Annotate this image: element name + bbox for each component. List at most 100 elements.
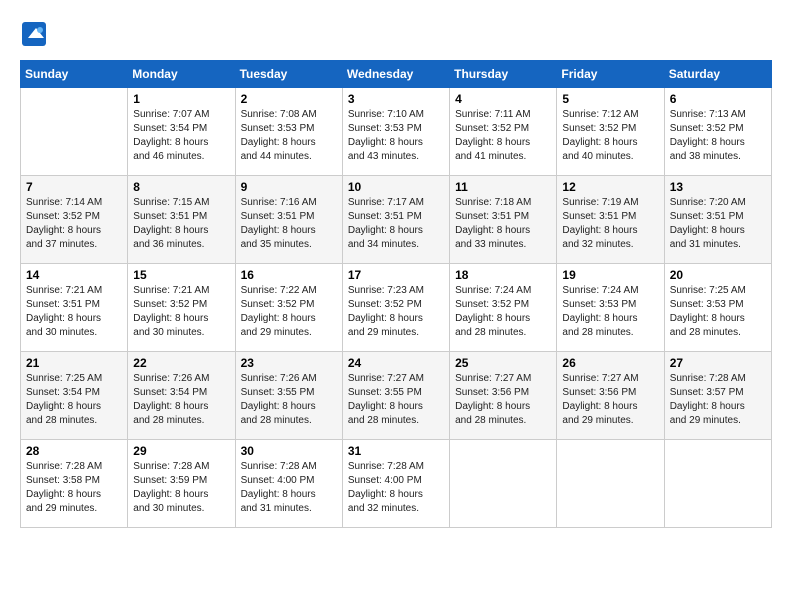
day-info: Sunrise: 7:27 AM Sunset: 3:55 PM Dayligh…	[348, 372, 444, 428]
day-number: 25	[455, 356, 551, 370]
day-info: Sunrise: 7:28 AM Sunset: 3:59 PM Dayligh…	[133, 460, 229, 516]
calendar-cell: 15Sunrise: 7:21 AM Sunset: 3:52 PM Dayli…	[128, 264, 235, 352]
day-info: Sunrise: 7:26 AM Sunset: 3:55 PM Dayligh…	[241, 372, 337, 428]
calendar-cell: 24 Sunrise: 7:27 AM Sunset: 3:55 PM Dayli…	[342, 352, 449, 440]
day-number: 3	[348, 92, 444, 106]
day-number: 2	[241, 92, 337, 106]
calendar-cell: 10 Sunrise: 7:17 AM Sunset: 3:51 PM Dayli…	[342, 176, 449, 264]
day-number: 6	[670, 92, 766, 106]
day-info: Sunrise: 7:28 AM Sunset: 4:00 PM Dayligh…	[348, 460, 444, 516]
calendar-cell	[21, 88, 128, 176]
day-number: 22	[133, 356, 229, 370]
day-info: Sunrise: 7:15 AM Sunset: 3:51 PM Dayligh…	[133, 196, 229, 252]
day-info: Sunrise: 7:25 AM Sunset: 3:54 PM Dayligh…	[26, 372, 122, 428]
day-info: Sunrise: 7:24 AM Sunset: 3:53 PM Dayligh…	[562, 284, 658, 340]
day-number: 19	[562, 268, 658, 282]
day-info: Sunrise: 7:24 AM Sunset: 3:52 PM Dayligh…	[455, 284, 551, 340]
day-number: 4	[455, 92, 551, 106]
calendar-cell: 27Sunrise: 7:28 AM Sunset: 3:57 PM Dayli…	[664, 352, 771, 440]
day-number: 11	[455, 180, 551, 194]
day-number: 21	[26, 356, 122, 370]
calendar-cell: 6 Sunrise: 7:13 AM Sunset: 3:52 PM Daylig…	[664, 88, 771, 176]
day-number: 15	[133, 268, 229, 282]
week-row-3: 14 Sunrise: 7:21 AM Sunset: 3:51 PM Dayli…	[21, 264, 772, 352]
calendar-cell: 23 Sunrise: 7:26 AM Sunset: 3:55 PM Dayli…	[235, 352, 342, 440]
calendar-cell: 12 Sunrise: 7:19 AM Sunset: 3:51 PM Dayli…	[557, 176, 664, 264]
day-info: Sunrise: 7:25 AM Sunset: 3:53 PM Dayligh…	[670, 284, 766, 340]
weekday-header-sunday: Sunday	[21, 61, 128, 88]
calendar-cell: 5Sunrise: 7:12 AM Sunset: 3:52 PM Daylig…	[557, 88, 664, 176]
header	[20, 20, 772, 48]
logo	[20, 20, 52, 48]
week-row-5: 28Sunrise: 7:28 AM Sunset: 3:58 PM Dayli…	[21, 440, 772, 528]
day-number: 13	[670, 180, 766, 194]
day-number: 23	[241, 356, 337, 370]
week-row-1: 1 Sunrise: 7:07 AM Sunset: 3:54 PM Daylig…	[21, 88, 772, 176]
calendar-page: SundayMondayTuesdayWednesdayThursdayFrid…	[0, 0, 792, 612]
week-row-4: 21 Sunrise: 7:25 AM Sunset: 3:54 PM Dayli…	[21, 352, 772, 440]
day-number: 14	[26, 268, 122, 282]
day-info: Sunrise: 7:19 AM Sunset: 3:51 PM Dayligh…	[562, 196, 658, 252]
calendar-cell: 3 Sunrise: 7:10 AM Sunset: 3:53 PM Daylig…	[342, 88, 449, 176]
day-info: Sunrise: 7:28 AM Sunset: 3:58 PM Dayligh…	[26, 460, 122, 516]
calendar-cell: 9 Sunrise: 7:16 AM Sunset: 3:51 PM Daylig…	[235, 176, 342, 264]
day-number: 16	[241, 268, 337, 282]
calendar-cell: 14 Sunrise: 7:21 AM Sunset: 3:51 PM Dayli…	[21, 264, 128, 352]
day-number: 24	[348, 356, 444, 370]
day-number: 18	[455, 268, 551, 282]
calendar-cell: 11 Sunrise: 7:18 AM Sunset: 3:51 PM Dayli…	[450, 176, 557, 264]
calendar-cell: 18 Sunrise: 7:24 AM Sunset: 3:52 PM Dayli…	[450, 264, 557, 352]
calendar-cell: 26 Sunrise: 7:27 AM Sunset: 3:56 PM Dayli…	[557, 352, 664, 440]
day-number: 1	[133, 92, 229, 106]
weekday-header-saturday: Saturday	[664, 61, 771, 88]
calendar-cell: 30Sunrise: 7:28 AM Sunset: 4:00 PM Dayli…	[235, 440, 342, 528]
calendar-cell: 20 Sunrise: 7:25 AM Sunset: 3:53 PM Dayli…	[664, 264, 771, 352]
day-info: Sunrise: 7:18 AM Sunset: 3:51 PM Dayligh…	[455, 196, 551, 252]
calendar-cell	[664, 440, 771, 528]
day-number: 31	[348, 444, 444, 458]
day-info: Sunrise: 7:27 AM Sunset: 3:56 PM Dayligh…	[562, 372, 658, 428]
calendar-cell: 2 Sunrise: 7:08 AM Sunset: 3:53 PM Daylig…	[235, 88, 342, 176]
calendar-cell: 17 Sunrise: 7:23 AM Sunset: 3:52 PM Dayli…	[342, 264, 449, 352]
day-info: Sunrise: 7:08 AM Sunset: 3:53 PM Dayligh…	[241, 108, 337, 164]
weekday-header-wednesday: Wednesday	[342, 61, 449, 88]
logo-icon	[20, 20, 48, 48]
day-number: 27	[670, 356, 766, 370]
day-info: Sunrise: 7:13 AM Sunset: 3:52 PM Dayligh…	[670, 108, 766, 164]
day-number: 20	[670, 268, 766, 282]
calendar-cell: 4 Sunrise: 7:11 AM Sunset: 3:52 PM Daylig…	[450, 88, 557, 176]
calendar-table: SundayMondayTuesdayWednesdayThursdayFrid…	[20, 60, 772, 528]
day-info: Sunrise: 7:28 AM Sunset: 4:00 PM Dayligh…	[241, 460, 337, 516]
week-row-2: 7Sunrise: 7:14 AM Sunset: 3:52 PM Daylig…	[21, 176, 772, 264]
day-number: 26	[562, 356, 658, 370]
calendar-cell	[557, 440, 664, 528]
calendar-cell: 13 Sunrise: 7:20 AM Sunset: 3:51 PM Dayli…	[664, 176, 771, 264]
weekday-header-row: SundayMondayTuesdayWednesdayThursdayFrid…	[21, 61, 772, 88]
day-info: Sunrise: 7:07 AM Sunset: 3:54 PM Dayligh…	[133, 108, 229, 164]
day-info: Sunrise: 7:11 AM Sunset: 3:52 PM Dayligh…	[455, 108, 551, 164]
calendar-cell: 16Sunrise: 7:22 AM Sunset: 3:52 PM Dayli…	[235, 264, 342, 352]
calendar-cell: 1 Sunrise: 7:07 AM Sunset: 3:54 PM Daylig…	[128, 88, 235, 176]
day-number: 17	[348, 268, 444, 282]
calendar-cell: 25Sunrise: 7:27 AM Sunset: 3:56 PM Dayli…	[450, 352, 557, 440]
day-info: Sunrise: 7:16 AM Sunset: 3:51 PM Dayligh…	[241, 196, 337, 252]
calendar-cell: 19 Sunrise: 7:24 AM Sunset: 3:53 PM Dayli…	[557, 264, 664, 352]
day-number: 9	[241, 180, 337, 194]
day-number: 8	[133, 180, 229, 194]
calendar-cell: 22Sunrise: 7:26 AM Sunset: 3:54 PM Dayli…	[128, 352, 235, 440]
calendar-cell: 29 Sunrise: 7:28 AM Sunset: 3:59 PM Dayli…	[128, 440, 235, 528]
day-info: Sunrise: 7:12 AM Sunset: 3:52 PM Dayligh…	[562, 108, 658, 164]
day-number: 29	[133, 444, 229, 458]
weekday-header-thursday: Thursday	[450, 61, 557, 88]
calendar-cell: 28Sunrise: 7:28 AM Sunset: 3:58 PM Dayli…	[21, 440, 128, 528]
weekday-header-tuesday: Tuesday	[235, 61, 342, 88]
day-info: Sunrise: 7:20 AM Sunset: 3:51 PM Dayligh…	[670, 196, 766, 252]
day-info: Sunrise: 7:17 AM Sunset: 3:51 PM Dayligh…	[348, 196, 444, 252]
day-info: Sunrise: 7:23 AM Sunset: 3:52 PM Dayligh…	[348, 284, 444, 340]
day-number: 10	[348, 180, 444, 194]
day-info: Sunrise: 7:21 AM Sunset: 3:51 PM Dayligh…	[26, 284, 122, 340]
day-number: 12	[562, 180, 658, 194]
calendar-cell: 21 Sunrise: 7:25 AM Sunset: 3:54 PM Dayli…	[21, 352, 128, 440]
weekday-header-monday: Monday	[128, 61, 235, 88]
day-info: Sunrise: 7:10 AM Sunset: 3:53 PM Dayligh…	[348, 108, 444, 164]
